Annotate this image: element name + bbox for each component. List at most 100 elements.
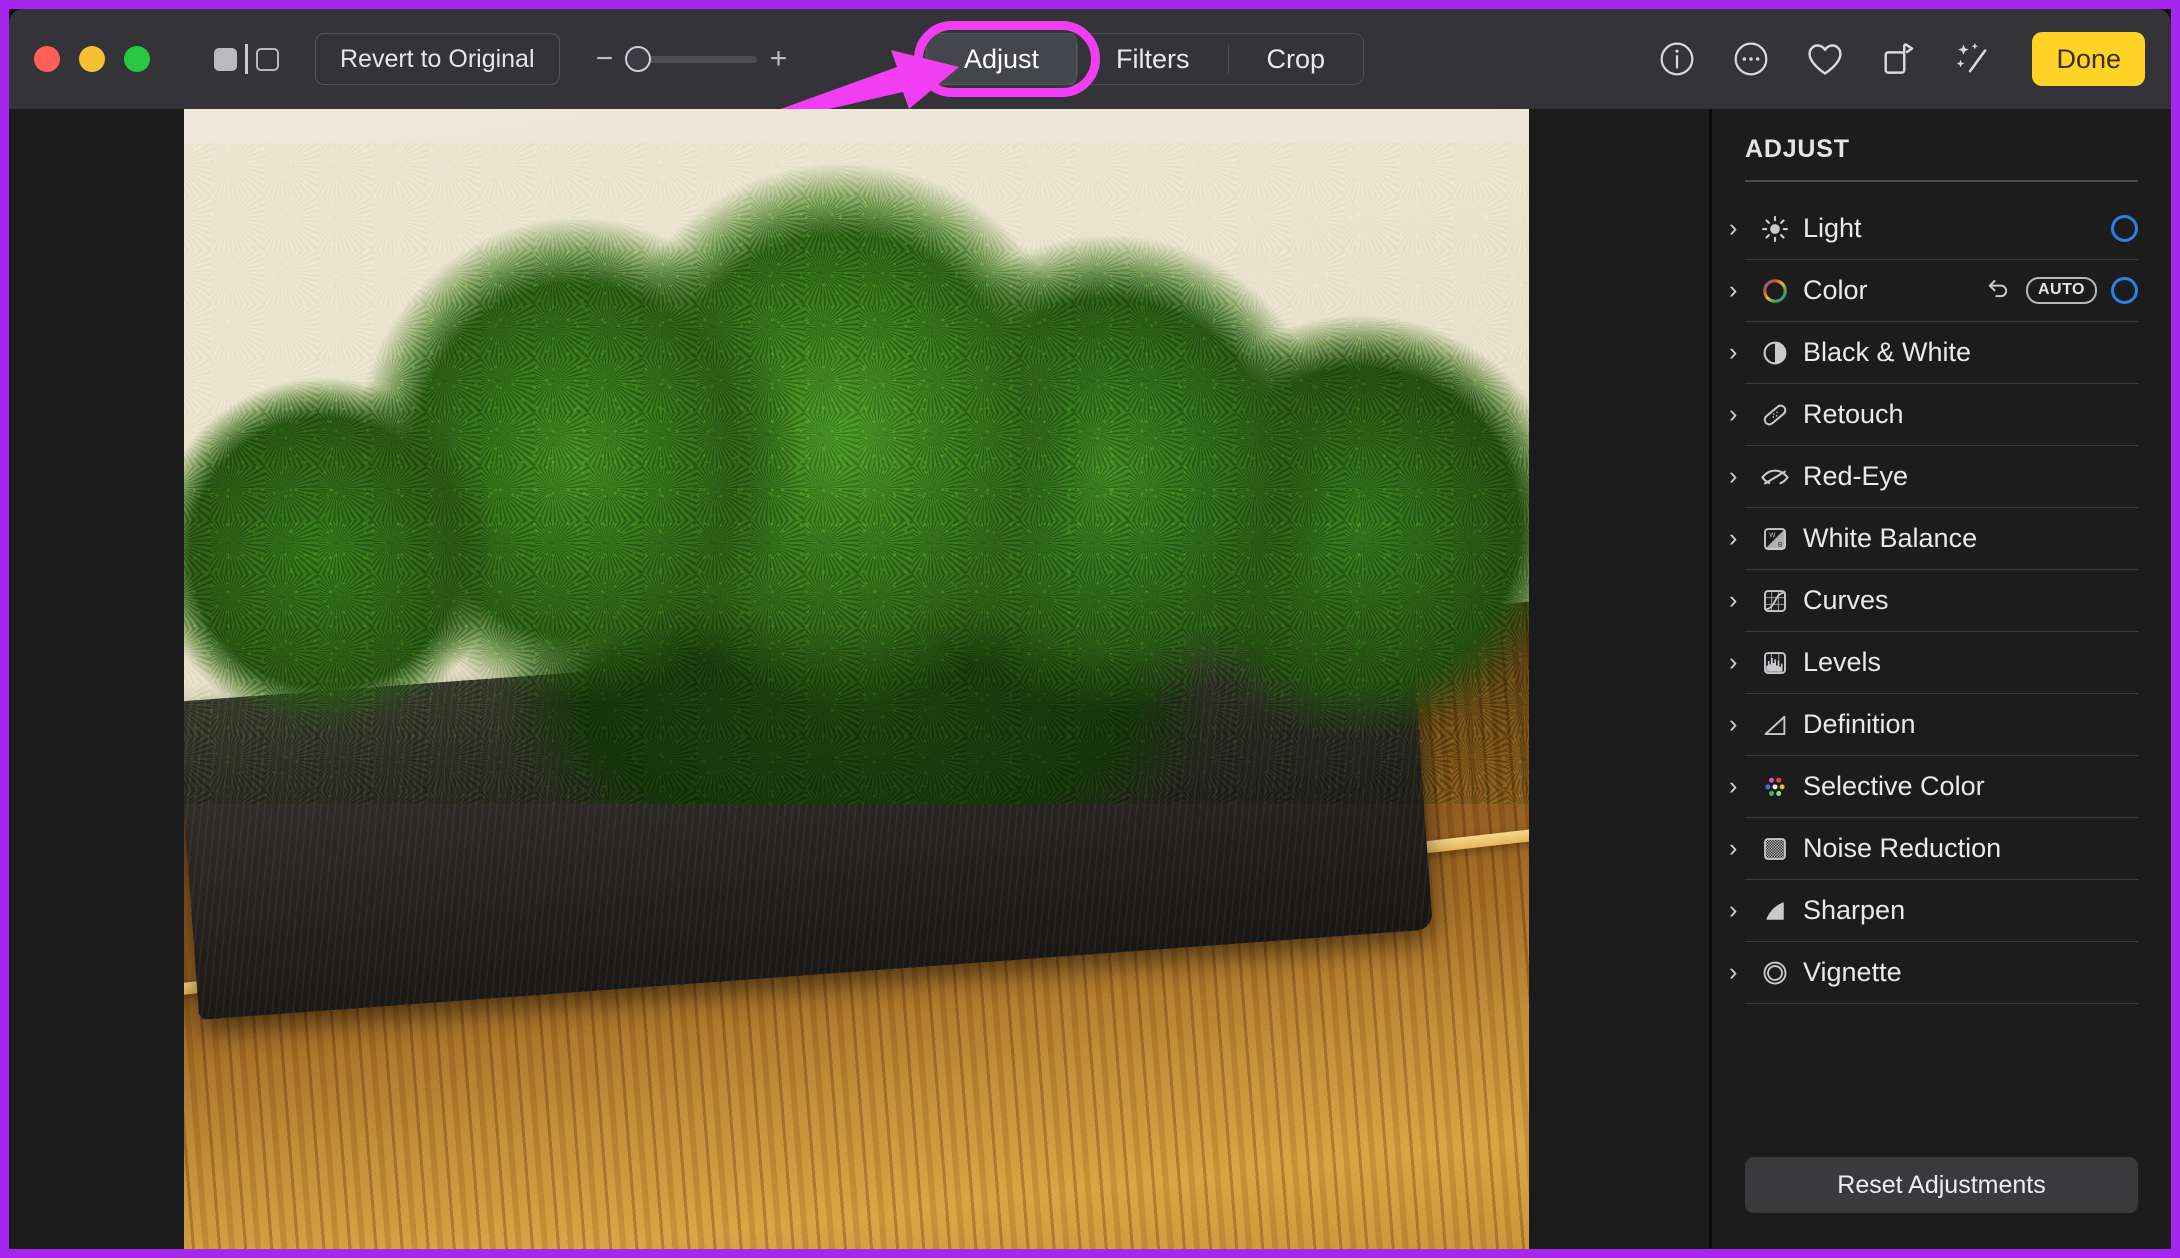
tab-filters[interactable]: Filters	[1078, 33, 1228, 85]
sidebar-item-noise-reduction[interactable]: › Noise Reduction	[1729, 818, 2138, 880]
sidebar-item-label: Red-Eye	[1803, 461, 1909, 491]
selective-color-dots-icon	[1755, 770, 1795, 804]
sidebar-item-label: White Balance	[1803, 523, 1978, 553]
traffic-lights	[34, 46, 150, 72]
chevron-right-icon[interactable]: ›	[1729, 896, 1755, 925]
rotate-icon[interactable]	[1862, 28, 1936, 90]
sidebar-item-red-eye[interactable]: › Red-Eye	[1729, 446, 2138, 508]
sidebar-item-sharpen[interactable]: › Sharpen	[1729, 880, 2138, 942]
editor-content: ADJUST › Light › Color AUTO › Black & Wh…	[9, 109, 2171, 1249]
sidebar-item-label: Noise Reduction	[1803, 833, 2002, 863]
revert-to-original-button[interactable]: Revert to Original	[315, 33, 560, 85]
sidebar-item-levels[interactable]: › Levels	[1729, 632, 2138, 694]
black-white-circle-icon	[1755, 336, 1795, 370]
chevron-right-icon[interactable]: ›	[1729, 338, 1755, 367]
reset-adjustments-button[interactable]: Reset Adjustments	[1745, 1157, 2138, 1213]
zoom-slider-thumb[interactable]	[624, 46, 651, 72]
chevron-right-icon[interactable]: ›	[1729, 400, 1755, 429]
sidebar-item-vignette[interactable]: › Vignette	[1729, 942, 2138, 1004]
sidebar-item-label: Color	[1803, 275, 1868, 305]
tab-adjust-label: Adjust	[964, 43, 1040, 74]
sidebar-item-label: Selective Color	[1803, 771, 1985, 801]
sidebar-item-white-balance[interactable]: › W B White Balance	[1729, 508, 2138, 570]
definition-triangle-icon	[1755, 708, 1795, 742]
sidebar-item-label: Definition	[1803, 709, 1916, 739]
vignette-circle-icon	[1755, 956, 1795, 990]
zoom-slider-group[interactable]: − +	[596, 44, 788, 74]
sidebar-item-label: Vignette	[1803, 957, 1902, 987]
svg-text:B: B	[1778, 541, 1782, 548]
noise-grain-icon	[1755, 832, 1795, 866]
white-balance-icon: W B	[1755, 522, 1795, 556]
info-icon[interactable]	[1640, 28, 1714, 90]
favorite-heart-icon[interactable]	[1788, 28, 1862, 90]
zoom-in-icon[interactable]: +	[770, 44, 788, 74]
adjustments-list: › Light › Color AUTO › Black & White › R…	[1712, 198, 2171, 1157]
chevron-right-icon[interactable]: ›	[1729, 710, 1755, 739]
maximize-window-button[interactable]	[124, 46, 150, 72]
chevron-right-icon[interactable]: ›	[1729, 462, 1755, 491]
chevron-right-icon[interactable]: ›	[1729, 648, 1755, 677]
brightness-sun-icon	[1755, 212, 1795, 246]
compare-filled-square-icon	[214, 47, 237, 71]
editor-mode-tabs: Adjust Filters Crop	[925, 33, 1365, 85]
sidebar-item-selective-color[interactable]: › Selective Color	[1729, 756, 2138, 818]
chevron-right-icon[interactable]: ›	[1729, 834, 1755, 863]
sidebar-item-controls: AUTO	[1984, 274, 2138, 307]
magic-wand-enhance-icon[interactable]	[1936, 28, 2010, 90]
tab-crop-label: Crop	[1266, 43, 1326, 74]
sidebar-item-label: Sharpen	[1803, 895, 1906, 925]
compare-divider-icon	[245, 44, 248, 74]
sidebar-item-label: Curves	[1803, 585, 1889, 615]
zoom-out-icon[interactable]: −	[596, 44, 614, 74]
chevron-right-icon[interactable]: ›	[1729, 772, 1755, 801]
sidebar-item-curves[interactable]: › Curves	[1729, 570, 2138, 632]
sidebar-item-retouch[interactable]: › Retouch	[1729, 384, 2138, 446]
sidebar-item-definition[interactable]: › Definition	[1729, 694, 2138, 756]
adjustment-toggle[interactable]	[2111, 215, 2138, 242]
curves-graph-icon	[1755, 584, 1795, 618]
compare-view-icon[interactable]	[214, 44, 279, 74]
photo-moss-texture	[184, 143, 1529, 805]
sidebar-item-controls	[2111, 215, 2138, 242]
adjust-sidebar: ADJUST › Light › Color AUTO › Black & Wh…	[1709, 109, 2171, 1249]
sidebar-item-black-and-white[interactable]: › Black & White	[1729, 322, 2138, 384]
revert-to-original-label: Revert to Original	[340, 44, 535, 73]
done-button[interactable]: Done	[2032, 32, 2145, 86]
zoom-slider[interactable]	[624, 45, 757, 73]
compare-outline-square-icon	[256, 47, 279, 71]
sidebar-item-color[interactable]: › Color AUTO	[1729, 260, 2138, 322]
photos-editor-window: Revert to Original − + Adjust Filters Cr…	[9, 9, 2171, 1249]
more-options-icon[interactable]	[1714, 28, 1788, 90]
auto-badge[interactable]: AUTO	[2025, 277, 2097, 304]
chevron-right-icon[interactable]: ›	[1729, 958, 1755, 987]
chevron-right-icon[interactable]: ›	[1729, 586, 1755, 615]
bandage-retouch-icon	[1755, 398, 1795, 432]
photo-moss	[184, 143, 1529, 805]
tab-adjust[interactable]: Adjust	[926, 33, 1078, 85]
sidebar-item-label: Levels	[1803, 647, 1882, 677]
chevron-right-icon[interactable]: ›	[1729, 214, 1755, 243]
levels-histogram-icon	[1755, 646, 1795, 680]
sharpen-triangle-icon	[1755, 894, 1795, 928]
tab-crop[interactable]: Crop	[1229, 33, 1364, 85]
color-wheel-icon	[1755, 274, 1795, 308]
revert-arrow-icon[interactable]	[1984, 274, 2012, 307]
sidebar-header: ADJUST	[1712, 109, 2171, 182]
sidebar-item-label: Retouch	[1803, 399, 1904, 429]
chevron-right-icon[interactable]: ›	[1729, 524, 1755, 553]
sidebar-item-light[interactable]: › Light	[1729, 198, 2138, 260]
sidebar-item-label: Black & White	[1803, 337, 1972, 367]
reset-adjustments-wrapper: Reset Adjustments	[1712, 1157, 2171, 1249]
minimize-window-button[interactable]	[79, 46, 105, 72]
done-button-label: Done	[2056, 43, 2121, 74]
chevron-right-icon[interactable]: ›	[1729, 276, 1755, 305]
tab-filters-label: Filters	[1116, 43, 1190, 74]
photo-preview[interactable]	[184, 109, 1529, 1249]
photo-canvas-area	[9, 109, 1709, 1249]
sidebar-title-divider	[1745, 180, 2138, 182]
sidebar-title: ADJUST	[1745, 135, 1850, 163]
close-window-button[interactable]	[34, 46, 60, 72]
adjustment-toggle[interactable]	[2111, 277, 2138, 304]
toolbar: Revert to Original − + Adjust Filters Cr…	[9, 9, 2171, 120]
